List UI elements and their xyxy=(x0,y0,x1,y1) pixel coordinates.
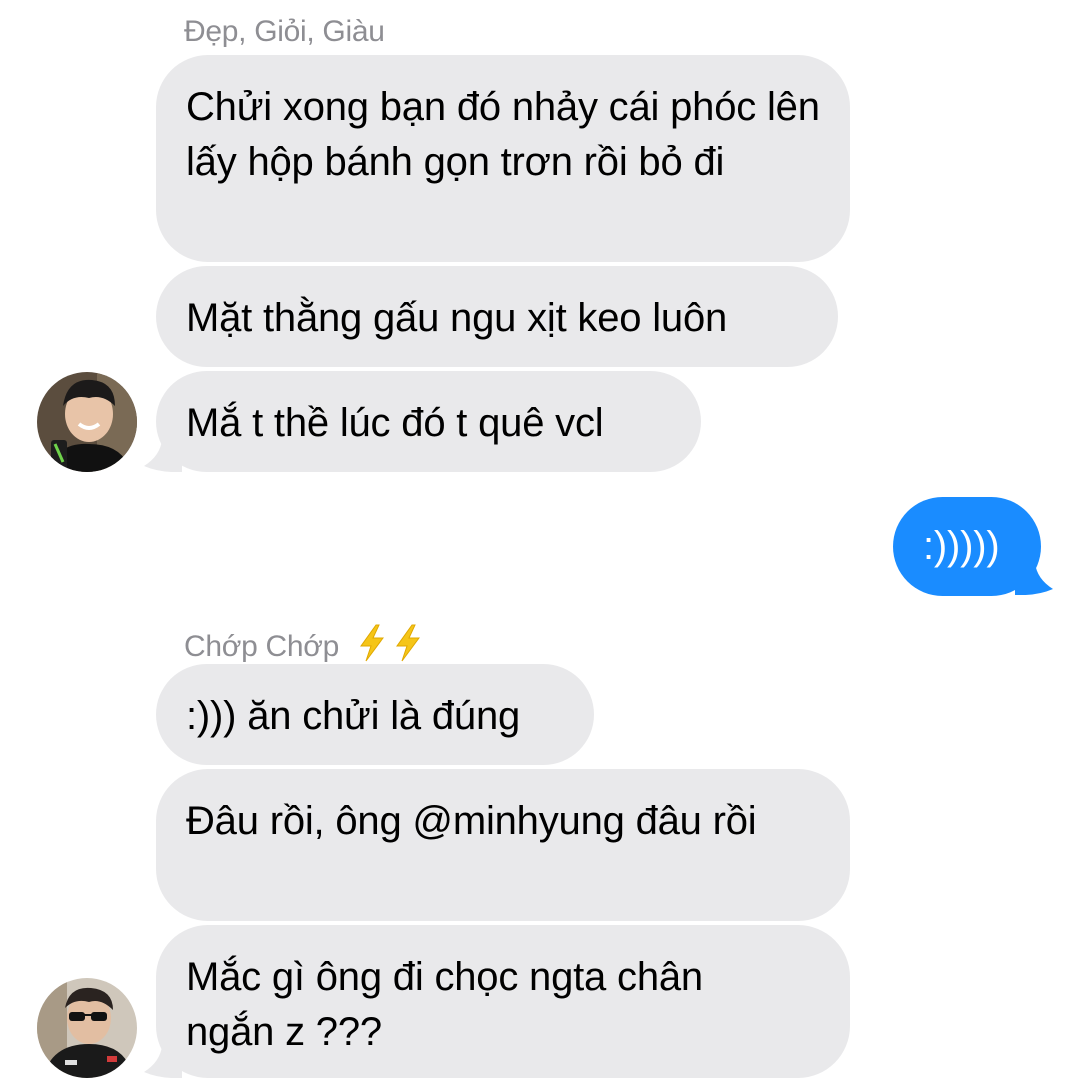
sender-name-text: Chớp Chớp xyxy=(184,630,340,663)
bubble-tail xyxy=(144,1046,182,1078)
message-text: Đâu rồi, ông @minhyung đâu rồi xyxy=(186,799,757,843)
message-text: Mặt thằng gấu ngu xịt keo luôn xyxy=(186,296,728,340)
message-text: :))))) xyxy=(923,524,1000,568)
message-text: Mắ t thề lúc đó t quê vcl xyxy=(186,401,604,445)
message-text: Chửi xong bạn đó nhảy cái phóc lên lấy h… xyxy=(186,85,820,184)
avatar[interactable] xyxy=(37,978,137,1078)
message-text: Mắc gì ông đi chọc ngta chân ngắn z ??? xyxy=(186,955,703,1054)
message-bubble[interactable]: Chửi xong bạn đó nhảy cái phóc lên lấy h… xyxy=(156,55,850,262)
message-bubble[interactable]: :))) ăn chửi là đúng xyxy=(156,664,594,765)
message-bubble[interactable]: Mắ t thề lúc đó t quê vcl xyxy=(156,371,701,472)
avatar-photo-icon xyxy=(37,372,137,472)
sender-name: Đẹp, Giỏi, Giàu xyxy=(184,15,385,48)
bubble-tail xyxy=(144,440,182,472)
bubble-tail xyxy=(1015,563,1053,595)
message-bubble[interactable]: Đâu rồi, ông @minhyung đâu rồi xyxy=(156,769,850,921)
avatar[interactable] xyxy=(37,372,137,472)
sender-name: Chớp Chớp xyxy=(184,624,423,665)
message-bubble[interactable]: Mắc gì ông đi chọc ngta chân ngắn z ??? xyxy=(156,925,850,1078)
high-voltage-icon xyxy=(360,624,385,662)
message-text: :))) ăn chửi là đúng xyxy=(186,694,521,738)
message-bubble[interactable]: Mặt thằng gấu ngu xịt keo luôn xyxy=(156,266,838,367)
avatar-photo-icon xyxy=(37,978,137,1078)
high-voltage-icon xyxy=(396,624,421,662)
